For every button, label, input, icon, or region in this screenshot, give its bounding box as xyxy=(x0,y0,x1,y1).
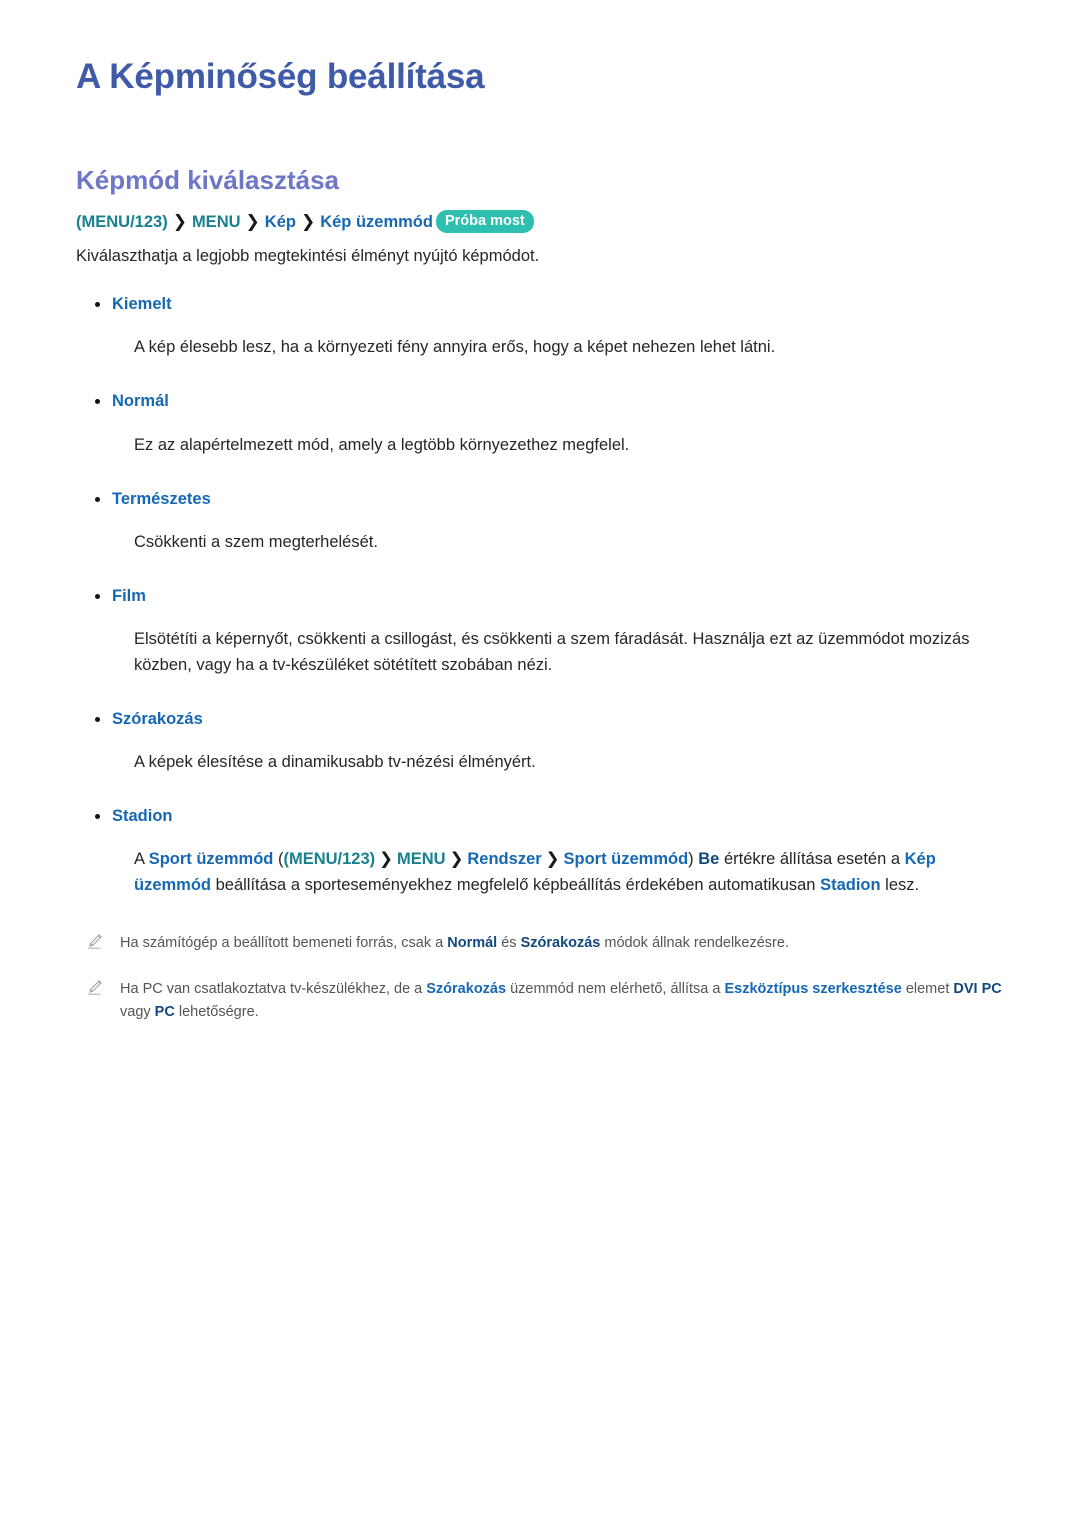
inline-separator-3: ❯ xyxy=(545,850,560,869)
ref-pc: PC xyxy=(154,1004,175,1021)
mode-name-szorakozas: Szórakozás xyxy=(76,708,1004,731)
breadcrumb-item-menu123[interactable]: (MENU/123) xyxy=(76,213,168,231)
notes-section: Ha számítógép a beállított bemeneti forr… xyxy=(76,932,1004,1024)
ref-eszkoztipus-szerkesztese[interactable]: Eszköztípus szerkesztése xyxy=(724,981,901,997)
mode-name-normal: Normál xyxy=(76,390,1004,413)
text-fragment: vagy xyxy=(120,1004,155,1021)
mode-label: Természetes xyxy=(112,489,211,508)
menu-path-breadcrumb: (MENU/123) ❯ MENU ❯ Kép ❯ Kép üzemmód Próba mos… xyxy=(76,209,1004,235)
try-now-badge[interactable]: Próba most xyxy=(435,209,534,233)
text-fragment: Ha PC van csatlakoztatva tv-készülékhez,… xyxy=(120,980,427,997)
note-row: Ha PC van csatlakoztatva tv-készülékhez,… xyxy=(76,978,1004,1025)
breadcrumb-separator-1: ❯ xyxy=(172,211,187,231)
mode-label: Stadion xyxy=(112,807,173,826)
bullet-dot-icon xyxy=(95,593,100,599)
mode-description: Ez az alapértelmezett mód, amely a legtö… xyxy=(134,435,630,454)
mode-label: Film xyxy=(112,586,146,605)
text-fragment: üzemmód nem elérhető, állítsa a xyxy=(506,980,725,997)
mode-description: Csökkenti a szem megterhelését. xyxy=(134,532,378,551)
mode-name-stadion: Stadion xyxy=(76,805,1004,828)
text-fragment: módok állnak rendelkezésre. xyxy=(600,935,789,952)
page-title: A Képminőség beállítása xyxy=(76,57,485,96)
document-page: A Képminőség beállítása Képmód kiválaszt… xyxy=(0,0,1080,1527)
breadcrumb-item-kep-uzemmod[interactable]: Kép üzemmód xyxy=(320,213,433,231)
ref-szorakozas: Szórakozás xyxy=(520,935,601,952)
text-fragment: ) xyxy=(688,850,699,869)
ref-be: Be xyxy=(698,850,720,869)
mode-name-kiemelt: Kiemelt xyxy=(76,293,1004,316)
inline-separator-1: ❯ xyxy=(379,850,393,869)
picture-mode-list: Kiemelt A kép élesebb lesz, ha a környez… xyxy=(76,293,1004,898)
bullet-dot-icon xyxy=(95,302,100,308)
pencil-icon xyxy=(87,934,102,950)
text-fragment: értékre állítása esetén a xyxy=(719,850,905,869)
breadcrumb-separator-2: ❯ xyxy=(245,211,260,231)
ref-menu[interactable]: MENU xyxy=(397,850,446,868)
list-item: Természetes Csökkenti a szem megterhelés… xyxy=(76,488,1004,555)
inline-separator-2: ❯ xyxy=(449,850,464,869)
text-fragment: elemet xyxy=(901,980,954,997)
breadcrumb-item-kep[interactable]: Kép xyxy=(265,213,296,231)
ref-sport-uzemmod-2[interactable]: Sport üzemmód xyxy=(564,850,689,868)
ref-stadion: Stadion xyxy=(820,876,881,895)
mode-label: Normál xyxy=(112,392,169,411)
mode-label: Szórakozás xyxy=(112,710,203,729)
bullet-dot-icon xyxy=(95,399,100,405)
mode-name-film: Film xyxy=(76,585,1004,608)
ref-normal: Normál xyxy=(447,935,498,952)
bullet-dot-icon xyxy=(95,814,100,820)
ref-szorakozas: Szórakozás xyxy=(426,980,507,997)
list-item: Stadion A Sport üzemmód ((MENU/123) ❯ MENU… xyxy=(76,805,1004,898)
bullet-dot-icon xyxy=(95,496,100,502)
section-title: Képmód kiválasztása xyxy=(76,165,340,195)
text-fragment: A xyxy=(134,850,149,869)
mode-label: Kiemelt xyxy=(112,295,172,314)
note-row: Ha számítógép a beállított bemeneti forr… xyxy=(76,932,1004,955)
ref-sport-uzemmod-1[interactable]: Sport üzemmód xyxy=(149,850,274,868)
list-item: Kiemelt A kép élesebb lesz, ha a környez… xyxy=(76,293,1004,360)
text-fragment: lesz. xyxy=(880,876,920,895)
text-fragment: Ha számítógép a beállított bemeneti forr… xyxy=(120,935,448,952)
ref-rendszer[interactable]: Rendszer xyxy=(467,850,541,868)
list-item: Normál Ez az alapértelmezett mód, amely … xyxy=(76,390,1004,457)
breadcrumb-separator-3: ❯ xyxy=(300,211,316,231)
text-fragment: lehetőségre. xyxy=(174,1004,259,1021)
list-item: Film Elsötétíti a képernyőt, csökkenti a… xyxy=(76,585,1004,678)
mode-description: A kép élesebb lesz, ha a környezeti fény… xyxy=(134,338,776,357)
mode-description: A képek élesítése a dinamikusabb tv-nézé… xyxy=(134,753,536,772)
bullet-dot-icon xyxy=(95,717,100,723)
pencil-icon xyxy=(87,980,102,995)
mode-description: Elsötétíti a képernyőt, csökkenti a csil… xyxy=(134,629,970,674)
intro-paragraph: Kiválaszthatja a legjobb megtekintési él… xyxy=(76,247,540,266)
list-item: Szórakozás A képek élesítése a dinamikus… xyxy=(76,708,1004,775)
ref-menu123[interactable]: (MENU/123) xyxy=(283,850,375,868)
mode-name-termeszetes: Természetes xyxy=(76,488,1004,511)
stadion-description: A Sport üzemmód ((MENU/123) ❯ MENU ❯ Rendsze… xyxy=(76,846,1004,898)
ref-dvi-pc: DVI PC xyxy=(953,980,1002,997)
text-fragment: és xyxy=(497,935,521,952)
breadcrumb-item-menu[interactable]: MENU xyxy=(192,213,241,231)
text-fragment: beállítása a sporteseményekhez megfelelő… xyxy=(211,876,821,895)
text-fragment: ( xyxy=(273,850,284,869)
